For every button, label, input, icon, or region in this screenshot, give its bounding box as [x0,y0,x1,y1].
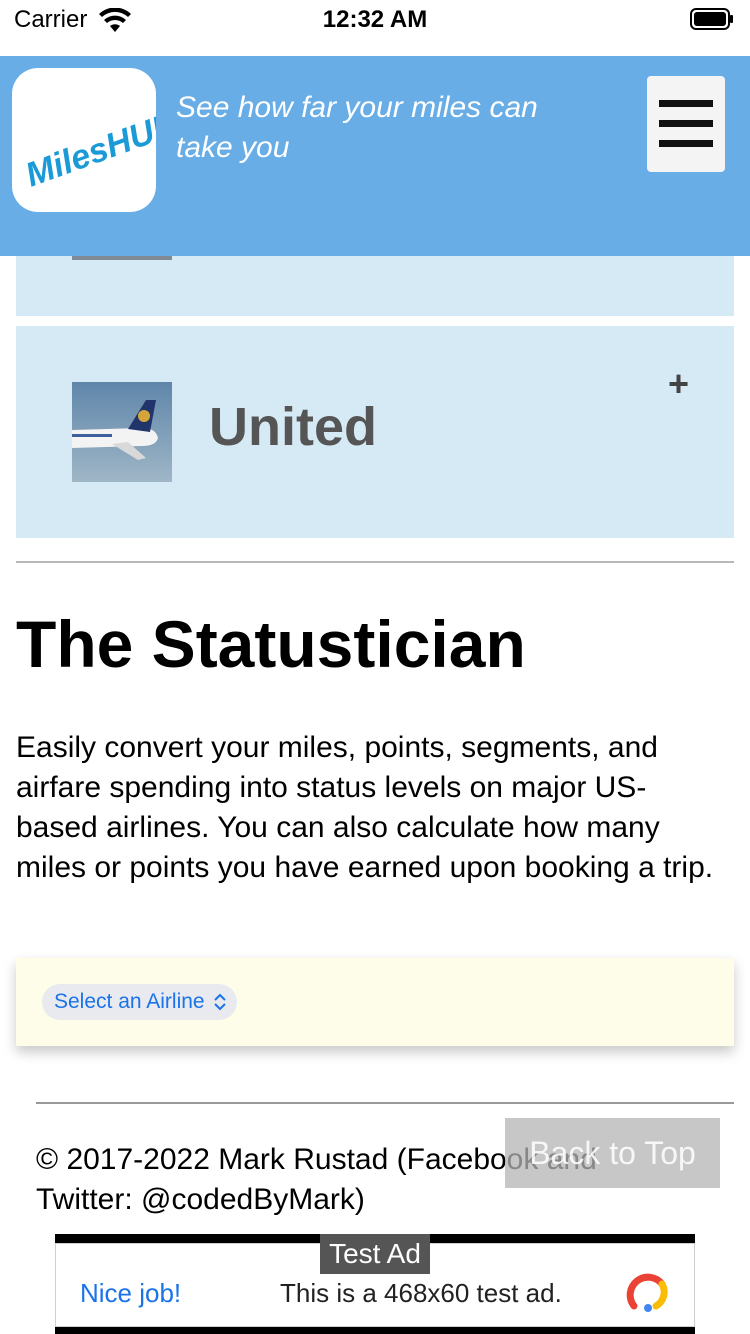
battery-icon [690,8,733,30]
status-bar: Carrier 12:32 AM [0,0,750,56]
ad-banner[interactable]: Test Ad Nice job! This is a 468x60 test … [55,1234,695,1334]
app-header: MilesHUB See how far your miles can take… [0,56,750,256]
ad-logo-icon [626,1273,668,1312]
airline-name: United [209,397,377,457]
airline-card-united[interactable]: United + [16,326,734,538]
clock: 12:32 AM [322,6,428,33]
section-description: Easily convert your miles, points, segme… [16,731,714,884]
tagline: See how far your miles can take you [176,91,538,164]
logo-icon: MilesHUB [21,105,156,195]
united-thumbnail [72,382,172,482]
divider [16,561,734,563]
menu-button[interactable] [647,76,725,172]
ad-text: This is a 468x60 test ad. [280,1278,562,1308]
svg-text:MilesHUB: MilesHUB [21,105,156,195]
chevron-updown-icon [213,993,226,1011]
ad-label: Test Ad [320,1234,430,1274]
back-to-top-button[interactable]: Back to Top [505,1118,720,1188]
airline-select-value: Select an Airline [54,990,205,1013]
airline-select-panel: Select an Airline [16,958,734,1046]
section-title: The Statustician [16,607,526,681]
expand-plus-icon[interactable]: + [668,366,689,402]
ad-headline: Nice job! [80,1278,182,1308]
airline-select[interactable]: Select an Airline [42,984,237,1020]
footer-divider [36,1102,734,1104]
mileshub-logo[interactable]: MilesHUB [12,68,156,212]
